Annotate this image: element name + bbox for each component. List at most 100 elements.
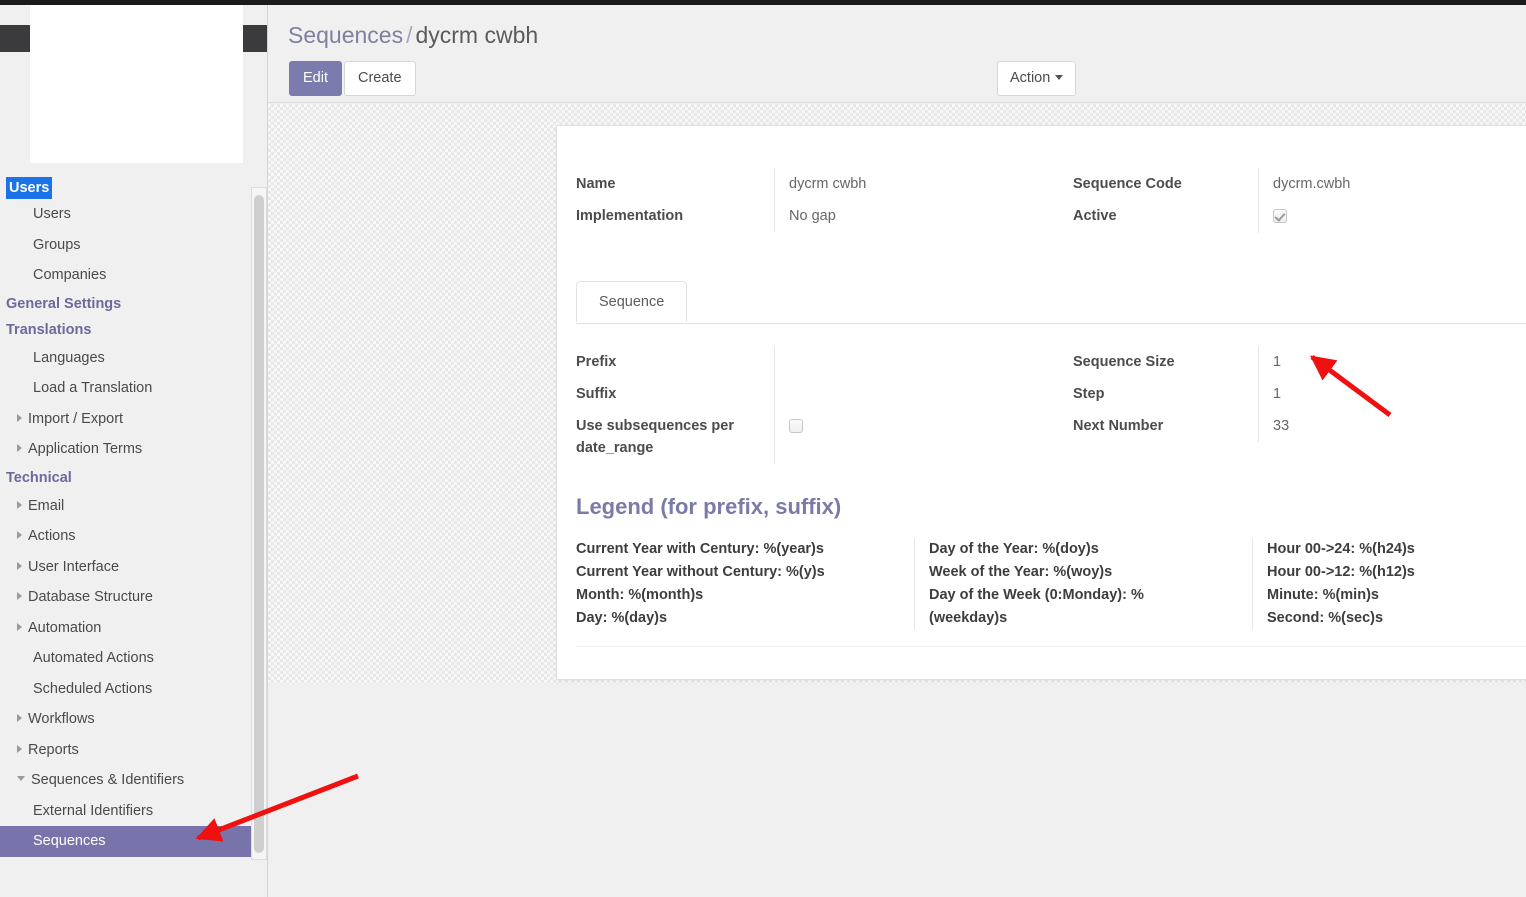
- legend-columns: Current Year with Century: %(year)s Curr…: [576, 538, 1526, 630]
- field-value-active[interactable]: [1258, 200, 1526, 233]
- notebook: Sequence: [576, 281, 1526, 324]
- field-value-suffix[interactable]: [774, 378, 1058, 410]
- sidebar-panel: Users Users Groups Companies General Set…: [0, 5, 268, 897]
- field-value-step[interactable]: 1: [1258, 378, 1526, 410]
- sidebar-section-technical: Technical: [6, 469, 72, 486]
- chevron-right-icon: [17, 592, 22, 600]
- sidebar-item-groups[interactable]: Groups: [0, 230, 252, 261]
- breadcrumb-root[interactable]: Sequences: [288, 22, 403, 48]
- sidebar-item-external-identifiers[interactable]: External Identifiers: [0, 796, 252, 827]
- sheet-background: Name dycrm cwbh Implementation No gap Se…: [268, 104, 1526, 684]
- field-value-name[interactable]: dycrm cwbh: [774, 168, 1058, 200]
- sidebar-item-label: External Identifiers: [33, 802, 154, 819]
- form-group-right: Sequence Code dycrm.cwbh Active: [1073, 168, 1526, 233]
- sidebar-item-label: Reports: [28, 741, 79, 758]
- chevron-right-icon: [17, 561, 22, 570]
- chevron-right-icon: [17, 444, 22, 452]
- edit-button[interactable]: Edit: [289, 61, 342, 96]
- sidebar-item-label: Load a Translation: [33, 380, 153, 396]
- field-value-sequence-size[interactable]: 1: [1258, 346, 1526, 378]
- sidebar-item-sequences-and-identifiers[interactable]: Sequences & Identifiers: [0, 765, 252, 796]
- form-group-left: Name dycrm cwbh Implementation No gap: [576, 168, 1058, 232]
- sidebar-item-reports[interactable]: Reports: [0, 735, 252, 766]
- sidebar-scrollbar-thumb[interactable]: [254, 195, 264, 853]
- checkbox-active-icon[interactable]: [1273, 209, 1287, 223]
- sidebar-section-users: Users: [0, 177, 252, 199]
- sidebar-item-user-interface[interactable]: User Interface: [0, 552, 252, 583]
- field-value-next-number[interactable]: 33: [1258, 410, 1526, 442]
- sequence-group-left: Prefix Suffix Use subsequences per date_…: [576, 346, 1058, 464]
- sidebar-item-label: Sequences & Identifiers: [31, 772, 185, 788]
- field-label-step: Step: [1073, 386, 1105, 402]
- sidebar-item-label: Sequences: [33, 833, 106, 849]
- chevron-right-icon: [17, 714, 22, 722]
- sidebar-item-label: Application Terms: [28, 441, 143, 457]
- legend-line: Day of the Week (0:Monday): %(weekday)s: [929, 587, 1144, 626]
- bottom-blank-area: [268, 684, 1526, 897]
- chevron-right-icon: [17, 413, 22, 422]
- sidebar-item-database-structure[interactable]: Database Structure: [0, 582, 252, 613]
- sidebar-item-actions[interactable]: Actions: [0, 521, 252, 552]
- field-label-active: Active: [1073, 208, 1117, 224]
- field-value-prefix[interactable]: [774, 346, 1058, 378]
- breadcrumb-separator: /: [406, 22, 413, 48]
- action-dropdown-label: Action: [1010, 70, 1051, 86]
- field-label-next-number: Next Number: [1073, 418, 1164, 434]
- sidebar-item-languages[interactable]: Languages: [0, 343, 252, 374]
- field-value-implementation[interactable]: No gap: [774, 200, 1058, 232]
- sidebar-item-scheduled-actions[interactable]: Scheduled Actions: [0, 674, 252, 705]
- sidebar-item-label: Automation: [28, 619, 102, 636]
- white-overlay-box: [30, 5, 243, 163]
- chevron-down-icon: [1055, 75, 1064, 80]
- sidebar-item-label: Companies: [33, 267, 107, 283]
- field-label-implementation: Implementation: [576, 208, 684, 224]
- sidebar-item-application-terms[interactable]: Application Terms: [0, 434, 252, 465]
- sidebar-item-automation[interactable]: Automation: [0, 613, 252, 644]
- breadcrumb-current: dycrm cwbh: [415, 22, 539, 48]
- checkbox-use-subsequences-icon[interactable]: [789, 419, 803, 433]
- legend-title: Legend (for prefix, suffix): [576, 494, 842, 519]
- create-button[interactable]: Create: [344, 61, 416, 96]
- field-label-sequence-size: Sequence Size: [1073, 354, 1175, 370]
- action-dropdown-button[interactable]: Action: [997, 61, 1077, 96]
- sidebar-item-label: Groups: [33, 236, 81, 253]
- sidebar-section-general-settings: General Settings: [6, 295, 122, 312]
- legend-line: Month: %(month)s: [576, 587, 704, 603]
- sidebar-item-label: Import / Export: [28, 410, 124, 427]
- chevron-right-icon: [17, 500, 22, 509]
- field-label-sequence-code: Sequence Code: [1073, 176, 1182, 192]
- sidebar-item-automated-actions[interactable]: Automated Actions: [0, 643, 252, 674]
- legend-line: Day: %(day)s: [576, 610, 668, 626]
- field-label-use-subsequences: Use subsequences per date_range: [576, 418, 734, 456]
- legend-line: Current Year with Century: %(year)s: [576, 541, 824, 557]
- sidebar-item-companies[interactable]: Companies: [0, 260, 252, 291]
- legend-line: Minute: %(min)s: [1267, 587, 1379, 603]
- legend-column-time: Hour 00->24: %(h24)s Hour 00->12: %(h12)…: [1252, 538, 1526, 630]
- field-label-suffix: Suffix: [576, 386, 617, 402]
- tab-sequence[interactable]: Sequence: [576, 281, 688, 322]
- sidebar-item-load-a-translation[interactable]: Load a Translation: [0, 373, 252, 404]
- field-label-prefix: Prefix: [576, 354, 617, 370]
- chevron-right-icon: [17, 622, 22, 631]
- legend-column-date: Current Year with Century: %(year)s Curr…: [576, 538, 914, 630]
- sidebar-item-workflows[interactable]: Workflows: [0, 704, 252, 735]
- sidebar-item-label: Languages: [33, 349, 105, 366]
- sequence-group-right: Sequence Size 1 Step 1 Next Number 33: [1073, 346, 1526, 442]
- breadcrumb: Sequences / dycrm cwbh: [288, 22, 538, 49]
- field-value-sequence-code[interactable]: dycrm.cwbh: [1258, 168, 1526, 200]
- field-value-use-subsequences[interactable]: [774, 410, 1058, 464]
- sidebar-item-email[interactable]: Email: [0, 491, 252, 522]
- app-window: Users Users Groups Companies General Set…: [0, 0, 1526, 897]
- sidebar-item-sequences[interactable]: Sequences: [0, 826, 252, 857]
- legend-line: Hour 00->24: %(h24)s: [1267, 541, 1415, 557]
- sidebar-item-users[interactable]: Users: [0, 199, 252, 230]
- form-divider: [576, 646, 1526, 647]
- form-sheet: Name dycrm cwbh Implementation No gap Se…: [556, 125, 1526, 680]
- legend-line: Day of the Year: %(doy)s: [929, 541, 1099, 557]
- sidebar-item-label: Database Structure: [28, 589, 153, 605]
- sidebar-menu: Users Users Groups Companies General Set…: [0, 173, 252, 857]
- sidebar-item-import-export[interactable]: Import / Export: [0, 404, 252, 435]
- legend-line: Hour 00->12: %(h12)s: [1267, 564, 1415, 580]
- control-panel: Sequences / dycrm cwbh Edit Create Action: [268, 5, 1526, 103]
- sidebar-item-label: Scheduled Actions: [33, 680, 153, 697]
